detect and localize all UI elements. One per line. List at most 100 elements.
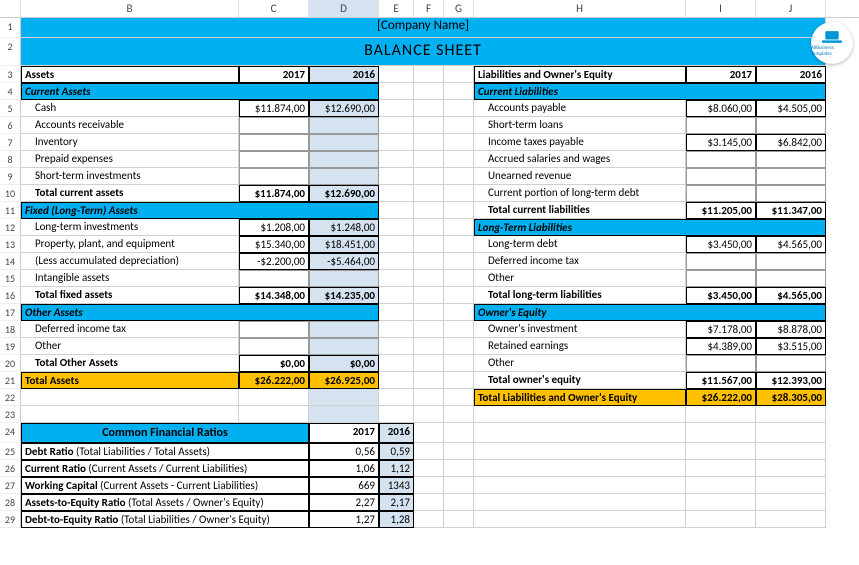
assets-header[interactable]: Assets: [21, 66, 239, 83]
year-2017[interactable]: 2017: [686, 66, 756, 83]
line-item[interactable]: Current portion of long-term debt: [474, 185, 686, 202]
ratio-value[interactable]: 0,59: [379, 443, 414, 460]
row-number[interactable]: 9: [0, 168, 21, 185]
row-number[interactable]: 28: [0, 494, 21, 511]
col-header[interactable]: I: [686, 0, 756, 17]
row-number[interactable]: 17: [0, 304, 21, 321]
col-header[interactable]: G: [444, 0, 474, 17]
subtotal[interactable]: $0,00: [309, 355, 379, 372]
value[interactable]: $3.450,00: [686, 236, 756, 253]
ratio-value[interactable]: 2,27: [309, 494, 379, 511]
ratio-year-2017[interactable]: 2017: [309, 423, 379, 443]
subtotal-label[interactable]: Total long-term liabilities: [474, 287, 686, 304]
total-liab-equity-2017[interactable]: $26.222,00: [686, 389, 756, 406]
row-number[interactable]: 14: [0, 253, 21, 270]
subtotal-label[interactable]: Total Other Assets: [21, 355, 239, 372]
value[interactable]: $8.060,00: [686, 100, 756, 117]
value[interactable]: $1.248,00: [309, 219, 379, 236]
value[interactable]: $4.565,00: [756, 236, 826, 253]
value[interactable]: $11.874,00: [239, 100, 309, 117]
section-current-assets[interactable]: Current Assets: [21, 83, 379, 100]
line-item[interactable]: Accounts payable: [474, 100, 686, 117]
year-2017[interactable]: 2017: [239, 66, 309, 83]
year-2016[interactable]: 2016: [756, 66, 826, 83]
row-number[interactable]: 15: [0, 270, 21, 287]
line-item[interactable]: Long-term investments: [21, 219, 239, 236]
ratio-value[interactable]: 2,17: [379, 494, 414, 511]
value[interactable]: $15.340,00: [239, 236, 309, 253]
ratio-value[interactable]: 1,27: [309, 511, 379, 528]
row-number[interactable]: 6: [0, 117, 21, 134]
ratio-item[interactable]: Current Ratio (Current Assets / Current …: [21, 460, 309, 477]
line-item[interactable]: Deferred income tax: [474, 253, 686, 270]
row-number[interactable]: 26: [0, 460, 21, 477]
section-fixed-assets[interactable]: Fixed (Long-Term) Assets: [21, 202, 379, 219]
year-2016[interactable]: 2016: [309, 66, 379, 83]
ratios-header[interactable]: Common Financial Ratios: [21, 423, 309, 443]
row-number[interactable]: 24: [0, 423, 21, 443]
line-item[interactable]: Other: [21, 338, 239, 355]
total-assets-2017[interactable]: $26.222,00: [239, 372, 309, 389]
corner-cell[interactable]: [0, 0, 21, 17]
value[interactable]: $3.515,00: [756, 338, 826, 355]
value[interactable]: $6.842,00: [756, 134, 826, 151]
line-item[interactable]: Deferred income tax: [21, 321, 239, 338]
liabilities-header[interactable]: Liabilities and Owner's Equity: [474, 66, 686, 83]
section-long-term-liabilities[interactable]: Long-Term Liabilities: [474, 219, 826, 236]
line-item[interactable]: Intangible assets: [21, 270, 239, 287]
line-item[interactable]: Retained earnings: [474, 338, 686, 355]
col-header[interactable]: H: [474, 0, 686, 17]
line-item[interactable]: Unearned revenue: [474, 168, 686, 185]
ratio-year-2016[interactable]: 2016: [379, 423, 414, 443]
row-number[interactable]: 10: [0, 185, 21, 202]
value[interactable]: -$2.200,00: [239, 253, 309, 270]
subtotal[interactable]: $11.874,00: [239, 185, 309, 202]
value[interactable]: $8.878,00: [756, 321, 826, 338]
row-number[interactable]: 29: [0, 511, 21, 528]
section-other-assets[interactable]: Other Assets: [21, 304, 379, 321]
value[interactable]: $12.690,00: [309, 100, 379, 117]
row-number[interactable]: 11: [0, 202, 21, 219]
line-item[interactable]: Prepaid expenses: [21, 151, 239, 168]
line-item[interactable]: Accounts receivable: [21, 117, 239, 134]
subtotal-label[interactable]: Total owner's equity: [474, 372, 686, 389]
total-assets-label[interactable]: Total Assets: [21, 372, 239, 389]
row-number[interactable]: 4: [0, 83, 21, 100]
value[interactable]: $4.505,00: [756, 100, 826, 117]
line-item[interactable]: Short-term investments: [21, 168, 239, 185]
row-number[interactable]: 13: [0, 236, 21, 253]
row-number[interactable]: 1: [0, 18, 21, 38]
col-header[interactable]: F: [414, 0, 444, 17]
ratio-item[interactable]: Working Capital (Current Assets - Curren…: [21, 477, 309, 494]
subtotal-label[interactable]: Total current liabilities: [474, 202, 686, 219]
value[interactable]: $7.178,00: [686, 321, 756, 338]
row-number[interactable]: 22: [0, 389, 21, 406]
line-item[interactable]: Accrued salaries and wages: [474, 151, 686, 168]
row-number[interactable]: 16: [0, 287, 21, 304]
row-number[interactable]: 3: [0, 66, 21, 83]
row-number[interactable]: 19: [0, 338, 21, 355]
line-item[interactable]: Cash: [21, 100, 239, 117]
row-number[interactable]: 18: [0, 321, 21, 338]
value[interactable]: $4.389,00: [686, 338, 756, 355]
col-header[interactable]: B: [21, 0, 239, 17]
subtotal[interactable]: $14.348,00: [239, 287, 309, 304]
col-header[interactable]: C: [239, 0, 309, 17]
line-item[interactable]: Inventory: [21, 134, 239, 151]
row-number[interactable]: 23: [0, 406, 21, 423]
col-header[interactable]: J: [756, 0, 826, 17]
line-item[interactable]: Owner's investment: [474, 321, 686, 338]
subtotal[interactable]: $12.690,00: [309, 185, 379, 202]
value[interactable]: -$5.464,00: [309, 253, 379, 270]
ratio-item[interactable]: Debt Ratio (Total Liabilities / Total As…: [21, 443, 309, 460]
ratio-item[interactable]: Debt-to-Equity Ratio (Total Liabilities …: [21, 511, 309, 528]
line-item[interactable]: Income taxes payable: [474, 134, 686, 151]
row-number[interactable]: 12: [0, 219, 21, 236]
ratio-value[interactable]: 669: [309, 477, 379, 494]
line-item[interactable]: Property, plant, and equipment: [21, 236, 239, 253]
total-assets-2016[interactable]: $26.925,00: [309, 372, 379, 389]
row-number[interactable]: 5: [0, 100, 21, 117]
value[interactable]: $1.208,00: [239, 219, 309, 236]
company-name[interactable]: [Company Name]: [21, 18, 826, 38]
subtotal[interactable]: $11.205,00: [686, 202, 756, 219]
